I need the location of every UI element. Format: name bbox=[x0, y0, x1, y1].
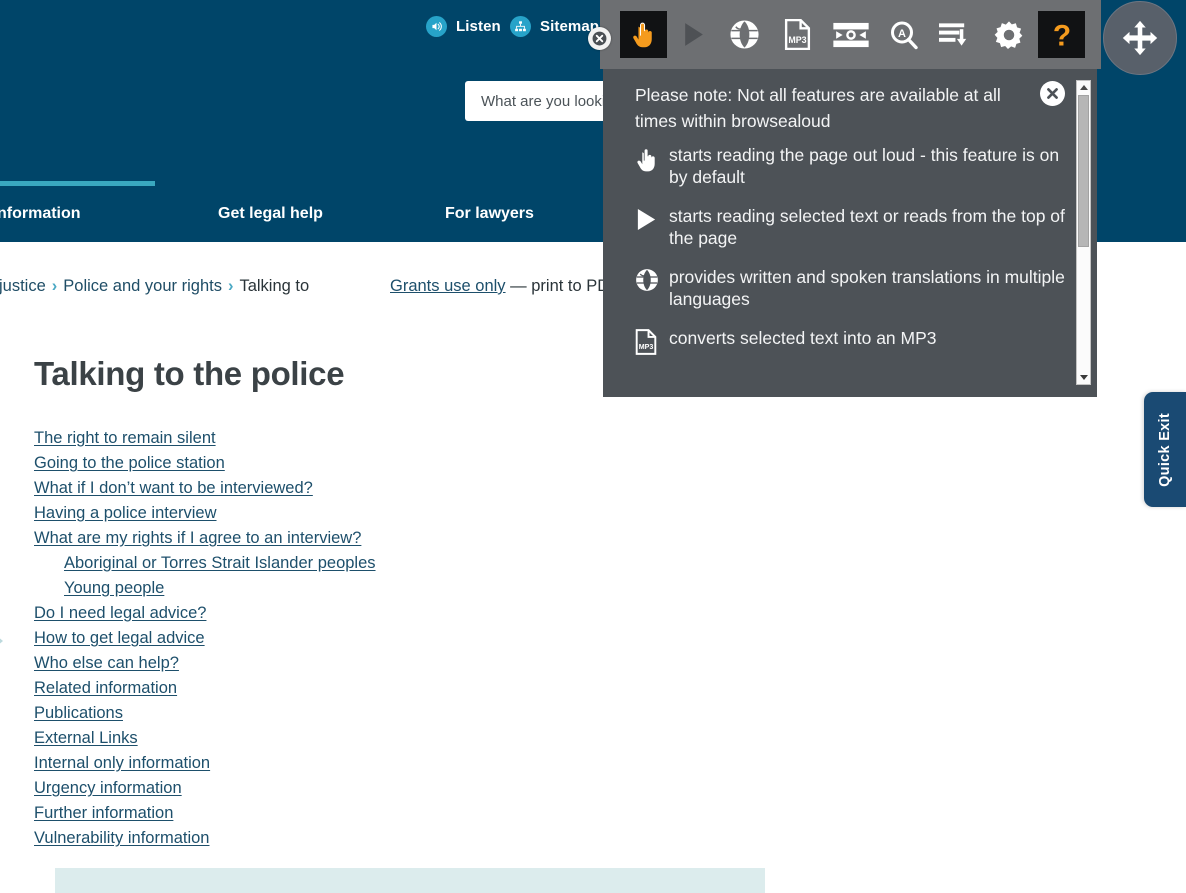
info-callout-box bbox=[55, 868, 765, 893]
breadcrumb-item-current: Talking to bbox=[239, 277, 310, 295]
list-item: provides written and spoken translations… bbox=[635, 266, 1067, 310]
toc-link[interactable]: Aboriginal or Torres Strait Islander peo… bbox=[64, 551, 376, 576]
list-item: Aboriginal or Torres Strait Islander peo… bbox=[34, 551, 634, 576]
grants-use-only-link[interactable]: Grants use only bbox=[390, 277, 506, 295]
list-item: Internal only information bbox=[34, 751, 634, 776]
list-item: What are my rights if I agree to an inte… bbox=[34, 526, 634, 551]
browsealoud-help-panel: Please note: Not all features are availa… bbox=[603, 68, 1097, 397]
list-item: starts reading selected text or reads fr… bbox=[635, 205, 1067, 249]
left-scroll-arrow-icon bbox=[0, 630, 3, 652]
mp3-icon: MP3 bbox=[635, 327, 669, 355]
sitemap-link[interactable]: Sitemap bbox=[510, 16, 599, 37]
toc-link[interactable]: Related information bbox=[34, 676, 177, 701]
feature-description: starts reading the page out loud - this … bbox=[669, 145, 1060, 187]
sitemap-icon bbox=[510, 16, 531, 37]
browsealoud-panel-note: Please note: Not all features are availa… bbox=[635, 85, 1001, 131]
list-item: starts reading the page out loud - this … bbox=[635, 144, 1067, 188]
svg-text:MP3: MP3 bbox=[788, 35, 806, 45]
breadcrumb-item-justice[interactable]: justice bbox=[0, 277, 46, 295]
toc-link[interactable]: Urgency information bbox=[34, 776, 182, 801]
scrollbar-down-arrow-icon[interactable] bbox=[1077, 371, 1090, 384]
list-item: Related information bbox=[34, 676, 634, 701]
page-root: Listen Sitemap nformation bbox=[0, 0, 1186, 893]
nav-active-indicator bbox=[0, 181, 155, 186]
help-question-icon[interactable]: ? bbox=[1038, 11, 1085, 58]
toc-link[interactable]: Publications bbox=[34, 701, 123, 726]
list-item: MP3 converts selected text into an MP3 bbox=[635, 327, 1067, 355]
toc-link[interactable]: Internal only information bbox=[34, 751, 210, 776]
list-item: Going to the police station bbox=[34, 451, 634, 476]
translate-globe-icon bbox=[635, 266, 669, 292]
list-item: Do I need legal advice? bbox=[34, 601, 634, 626]
nav-item-get-legal-help[interactable]: Get legal help bbox=[218, 186, 323, 242]
listen-link[interactable]: Listen bbox=[426, 16, 501, 37]
panel-scrollbar[interactable] bbox=[1076, 80, 1091, 385]
panel-close-icon[interactable] bbox=[1040, 81, 1065, 106]
text-magnifier-icon[interactable]: A bbox=[880, 11, 927, 58]
quick-exit-label: Quick Exit bbox=[1157, 412, 1173, 487]
svg-text:?: ? bbox=[1052, 19, 1070, 50]
toc-link[interactable]: What are my rights if I agree to an inte… bbox=[34, 526, 361, 551]
list-item: Publications bbox=[34, 701, 634, 726]
settings-gear-icon[interactable] bbox=[985, 11, 1032, 58]
list-item: Urgency information bbox=[34, 776, 634, 801]
move-handle-icon[interactable] bbox=[1103, 1, 1177, 75]
browsealoud-close-icon[interactable] bbox=[588, 27, 611, 50]
list-item: Further information bbox=[34, 801, 634, 826]
grants-use-only-note: Grants use only — print to PD bbox=[390, 277, 609, 296]
browsealoud-toolbar: MP3 A ? bbox=[600, 0, 1101, 69]
list-item: Who else can help? bbox=[34, 651, 634, 676]
breadcrumb: justice › Police and your rights › Talking t… bbox=[0, 277, 309, 296]
list-item: What if I don’t want to be interviewed? bbox=[34, 476, 634, 501]
toc-link[interactable]: Having a police interview bbox=[34, 501, 217, 526]
browsealoud-feature-list: starts reading the page out loud - this … bbox=[635, 144, 1067, 372]
list-item: How to get legal advice bbox=[34, 626, 634, 651]
scrollbar-up-arrow-icon[interactable] bbox=[1077, 81, 1090, 94]
feature-description: converts selected text into an MP3 bbox=[669, 328, 937, 348]
simplify-page-icon[interactable] bbox=[931, 11, 978, 58]
play-icon bbox=[635, 205, 669, 232]
list-item: Having a police interview bbox=[34, 501, 634, 526]
scrollbar-thumb[interactable] bbox=[1078, 95, 1089, 247]
list-item: External Links bbox=[34, 726, 634, 751]
toc-link[interactable]: External Links bbox=[34, 726, 138, 751]
play-icon[interactable] bbox=[670, 11, 717, 58]
toc-link[interactable]: Vulnerability information bbox=[34, 826, 209, 851]
screen-mask-icon[interactable] bbox=[827, 11, 874, 58]
svg-text:MP3: MP3 bbox=[639, 343, 654, 351]
breadcrumb-item-police-and-your-rights[interactable]: Police and your rights bbox=[63, 277, 222, 295]
toc-link[interactable]: Going to the police station bbox=[34, 451, 225, 476]
page-title: Talking to the police bbox=[34, 355, 345, 392]
table-of-contents: The right to remain silent Going to the p… bbox=[34, 426, 634, 851]
speaker-icon bbox=[426, 16, 447, 37]
feature-description: starts reading selected text or reads fr… bbox=[669, 206, 1065, 248]
list-item: Young people bbox=[34, 576, 634, 601]
listen-label: Listen bbox=[456, 18, 501, 35]
nav-item-information[interactable]: nformation bbox=[0, 186, 81, 242]
toc-link[interactable]: What if I don’t want to be interviewed? bbox=[34, 476, 313, 501]
list-item: The right to remain silent bbox=[34, 426, 634, 451]
translate-globe-icon[interactable] bbox=[721, 11, 768, 58]
toc-link[interactable]: Young people bbox=[64, 576, 164, 601]
toc-link[interactable]: Further information bbox=[34, 801, 173, 826]
feature-description: provides written and spoken translations… bbox=[669, 267, 1065, 309]
toc-link[interactable]: Do I need legal advice? bbox=[34, 601, 206, 626]
mp3-icon[interactable]: MP3 bbox=[774, 11, 821, 58]
hover-to-read-icon[interactable] bbox=[620, 11, 667, 58]
hover-to-read-icon bbox=[635, 144, 669, 174]
list-item: Vulnerability information bbox=[34, 826, 634, 851]
breadcrumb-separator: › bbox=[227, 277, 234, 295]
nav-item-for-lawyers[interactable]: For lawyers bbox=[445, 186, 534, 242]
quick-exit-button[interactable]: Quick Exit bbox=[1144, 392, 1186, 507]
toc-link[interactable]: How to get legal advice bbox=[34, 626, 205, 651]
svg-text:A: A bbox=[898, 28, 906, 40]
grants-note-trailing: — print to PD bbox=[505, 277, 610, 295]
toc-link[interactable]: Who else can help? bbox=[34, 651, 179, 676]
toc-link[interactable]: The right to remain silent bbox=[34, 426, 216, 451]
breadcrumb-separator: › bbox=[51, 277, 58, 295]
